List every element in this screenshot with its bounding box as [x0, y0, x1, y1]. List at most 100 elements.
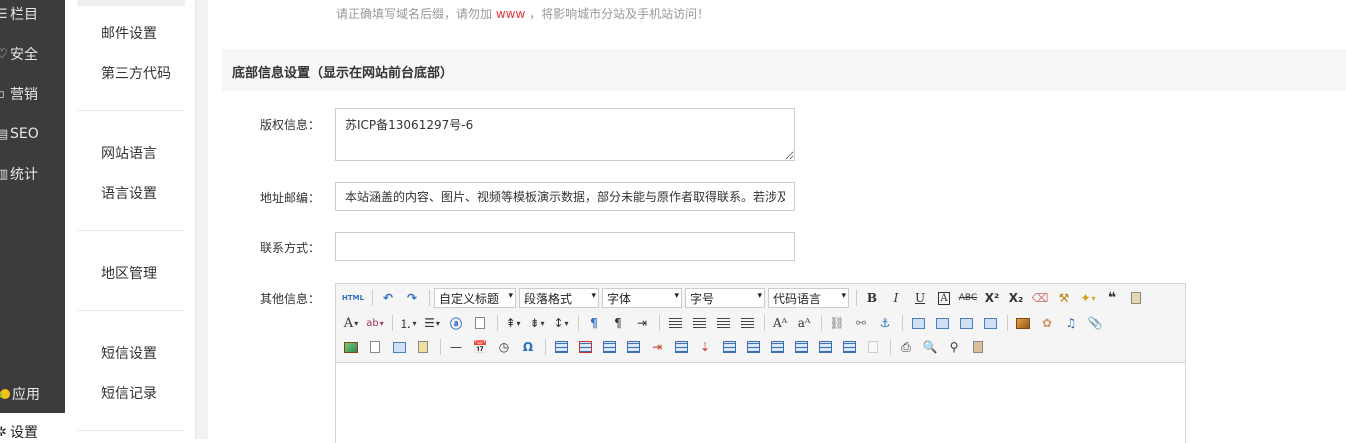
print-icon[interactable]: ⎙ [895, 337, 917, 357]
indent-icon[interactable]: ⇥ [631, 313, 653, 333]
image-none-icon[interactable] [907, 313, 929, 333]
align-left-icon[interactable] [664, 313, 686, 333]
font-size-select[interactable]: 字号 [685, 288, 765, 308]
rtl-icon[interactable]: ¶ [607, 313, 629, 333]
italic-icon[interactable]: I [885, 288, 907, 308]
merge-right-icon[interactable] [742, 337, 764, 357]
nav-item-columns[interactable]: ☰ 栏目 [0, 3, 65, 25]
search-replace-icon[interactable]: ⚲ [943, 337, 965, 357]
blockquote-icon[interactable]: ❝ [1101, 288, 1123, 308]
date-icon[interactable]: 📅 [469, 337, 491, 357]
map-icon[interactable] [340, 337, 362, 357]
submenu-item-region[interactable]: 地区管理 [101, 263, 157, 283]
nav-item-label: 栏目 [10, 7, 38, 23]
image-center-icon[interactable] [979, 313, 1001, 333]
main-nav-rail: ☰ 栏目 ♡ 安全 ▫ 营销 ▤ SEO ▥ 统计 应用 [0, 0, 65, 413]
underline-icon[interactable]: U [909, 288, 931, 308]
time-icon[interactable]: ◷ [493, 337, 515, 357]
delete-col-icon[interactable]: ⇣ [694, 337, 716, 357]
eraser-icon[interactable]: ⌫ [1029, 288, 1051, 308]
special-chars-icon[interactable]: Ω [517, 337, 539, 357]
unlink-icon[interactable]: ⚯ [850, 313, 872, 333]
line-height-icon[interactable]: ↕ [550, 313, 572, 333]
format-brush-icon[interactable]: ⚒ [1053, 288, 1075, 308]
chart-icon[interactable] [862, 337, 884, 357]
nav-item-stats[interactable]: ▥ 统计 [0, 163, 65, 185]
merge-down-icon[interactable] [766, 337, 788, 357]
submenu-item-site-language[interactable]: 网站语言 [101, 143, 157, 163]
font-border-icon[interactable]: A [933, 288, 955, 308]
image-right-icon[interactable] [955, 313, 977, 333]
code-language-select[interactable]: 代码语言 [768, 288, 849, 308]
insert-code-icon[interactable] [388, 337, 410, 357]
insert-row-icon[interactable] [622, 337, 644, 357]
ltr-icon[interactable]: ¶ [583, 313, 605, 333]
lowercase-icon[interactable]: aᴬ [793, 313, 815, 333]
address-input[interactable] [335, 182, 795, 211]
insert-table-icon[interactable] [550, 337, 572, 357]
music-icon[interactable]: ♫ [1060, 313, 1082, 333]
preview-icon[interactable]: 🔍 [919, 337, 941, 357]
superscript-icon[interactable]: X² [981, 288, 1003, 308]
footer-settings-header: 底部信息设置（显示在网站前台底部） [222, 49, 1346, 91]
insert-frame-icon[interactable] [364, 337, 386, 357]
unordered-list-icon[interactable]: ☰ [421, 313, 443, 333]
strikethrough-icon[interactable]: ABC [957, 288, 979, 308]
font-family-select[interactable]: 字体 [602, 288, 682, 308]
submenu-item-sms-log[interactable]: 短信记录 [101, 383, 157, 403]
uppercase-icon[interactable]: Aᴬ [769, 313, 791, 333]
editor-content-area[interactable] [336, 363, 1185, 443]
paste-plain-icon[interactable] [1125, 288, 1147, 308]
toolbar-separator [545, 339, 546, 355]
subscript-icon[interactable]: X₂ [1005, 288, 1027, 308]
copyright-textarea[interactable]: 苏ICP备13061297号-6 [335, 108, 795, 161]
anchor-icon[interactable]: ⚓ [874, 313, 896, 333]
background-color-icon[interactable]: ab [364, 313, 386, 333]
page-break-icon[interactable] [412, 337, 434, 357]
submenu-item-sms-settings[interactable]: 短信设置 [101, 343, 157, 363]
ordered-list-icon[interactable]: ⒈ [397, 313, 419, 333]
image-left-icon[interactable] [931, 313, 953, 333]
delete-table-icon[interactable] [574, 337, 596, 357]
insert-col-icon[interactable] [670, 337, 692, 357]
row-spacing-top-icon[interactable]: ⇞ [502, 313, 524, 333]
font-color-icon[interactable]: A [340, 313, 362, 333]
contact-input[interactable] [335, 232, 795, 261]
submenu-divider [77, 430, 185, 431]
delete-row-icon[interactable]: ⇥ [646, 337, 668, 357]
paragraph-format-select[interactable]: 段落格式 [519, 288, 599, 308]
align-justify-icon[interactable] [736, 313, 758, 333]
nav-item-security[interactable]: ♡ 安全 [0, 43, 65, 65]
clear-document-icon[interactable] [469, 313, 491, 333]
split-to-cells-icon[interactable] [790, 337, 812, 357]
align-center-icon[interactable] [688, 313, 710, 333]
submenu-item-language-settings[interactable]: 语言设置 [101, 183, 157, 203]
nav-item-settings[interactable]: ✲ 设置 [0, 424, 65, 441]
auto-format-icon[interactable]: ✦ [1077, 288, 1099, 308]
bold-icon[interactable]: B [861, 288, 883, 308]
insert-image-icon[interactable] [1012, 313, 1034, 333]
html-source-button[interactable]: HTML [340, 288, 366, 308]
redo-icon[interactable]: ↷ [401, 288, 423, 308]
nav-item-apps[interactable]: 应用 [0, 383, 65, 405]
horizontal-rule-icon[interactable]: — [445, 337, 467, 357]
insert-paragraph-before-table-icon[interactable] [598, 337, 620, 357]
nav-item-label: 设置 [10, 425, 38, 441]
undo-icon[interactable]: ↶ [377, 288, 399, 308]
submenu-item-third-party-code[interactable]: 第三方代码 [101, 63, 171, 83]
custom-title-select[interactable]: 自定义标题 [434, 288, 516, 308]
split-to-cols-icon[interactable] [838, 337, 860, 357]
split-to-rows-icon[interactable] [814, 337, 836, 357]
align-right-icon[interactable] [712, 313, 734, 333]
drafts-icon[interactable] [967, 337, 989, 357]
row-spacing-bottom-icon[interactable]: ⇟ [526, 313, 548, 333]
nav-item-seo[interactable]: ▤ SEO [0, 123, 65, 145]
emotion-icon[interactable]: ✿ [1036, 313, 1058, 333]
select-all-icon[interactable]: ⓐ [445, 313, 467, 333]
nav-item-marketing[interactable]: ▫ 营销 [0, 83, 65, 105]
nav-item-label: 应用 [12, 387, 40, 403]
merge-cells-icon[interactable] [718, 337, 740, 357]
link-icon[interactable]: ⛓ [826, 313, 848, 333]
attachment-icon[interactable]: 📎 [1084, 313, 1106, 333]
submenu-item-mail[interactable]: 邮件设置 [101, 23, 157, 43]
